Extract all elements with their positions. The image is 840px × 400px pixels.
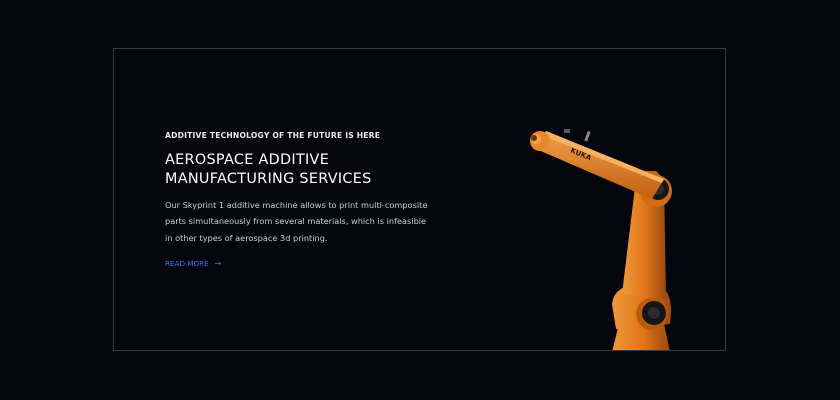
industrial-robot-arm-icon: KUKA <box>530 129 672 350</box>
read-more-link[interactable]: READ MORE → <box>165 259 221 268</box>
hero-description-line-2: parts simultaneously from several materi… <box>165 216 427 227</box>
hero-title-line-1: AEROSPACE ADDITIVE <box>165 152 330 168</box>
hero-title-line-2: MANUFACTURING SERVICES <box>165 171 372 187</box>
hero-description: Our Skyprint 1 additive machine allows t… <box>165 197 455 246</box>
hero-card: ADDITIVE TECHNOLOGY OF THE FUTURE IS HER… <box>113 48 726 351</box>
hero-eyebrow: ADDITIVE TECHNOLOGY OF THE FUTURE IS HER… <box>165 131 381 140</box>
hero-description-line-1: Our Skyprint 1 additive machine allows t… <box>165 200 428 210</box>
read-more-label: READ MORE <box>165 259 209 268</box>
hero-title: AEROSPACE ADDITIVE MANUFACTURING SERVICE… <box>165 151 372 189</box>
hero-description-line-3: in other types of aerospace 3d printing. <box>165 232 328 243</box>
arrow-right-icon: → <box>214 259 222 268</box>
